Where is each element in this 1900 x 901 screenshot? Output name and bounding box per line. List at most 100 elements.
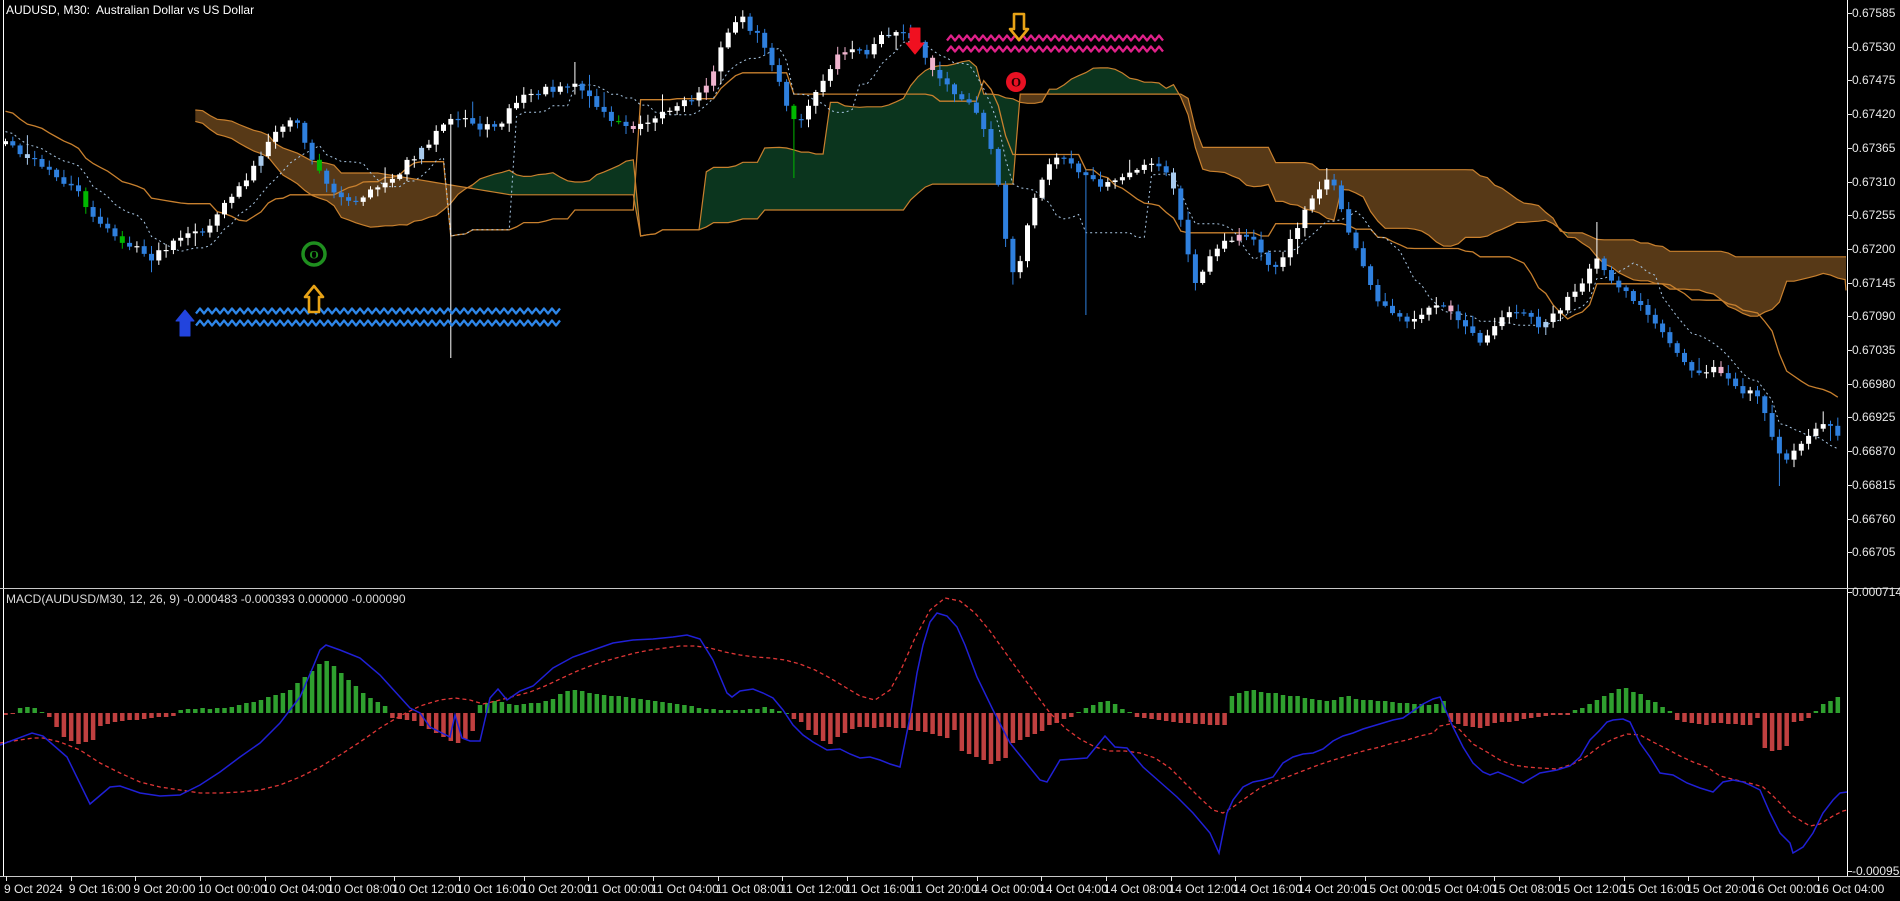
price-tick-label: 0.66980 — [1852, 377, 1895, 391]
time-axis-label: 11 Oct 00:00 — [586, 882, 654, 896]
price-tick-label: 0.67090 — [1852, 309, 1895, 323]
price-tick-label: 0.67145 — [1852, 276, 1895, 290]
price-scale-separator[interactable] — [1847, 0, 1848, 876]
time-tick-mark — [71, 876, 72, 881]
time-tick-mark — [782, 876, 783, 881]
price-tick-label: 0.67255 — [1852, 208, 1895, 222]
time-axis-label: 16 Oct 04:00 — [1816, 882, 1885, 896]
time-tick-mark — [1106, 876, 1107, 881]
price-tick-label: 0.67200 — [1852, 242, 1895, 256]
price-tick-label: 0.66870 — [1852, 444, 1895, 458]
time-tick-mark — [394, 876, 395, 881]
macd-main-line — [0, 613, 1847, 853]
price-tick-label: 0.67475 — [1852, 73, 1895, 87]
red-circle-signal[interactable]: O — [1006, 72, 1026, 92]
time-tick-mark — [330, 876, 331, 881]
time-tick-mark — [1235, 876, 1236, 881]
time-tick-mark — [459, 876, 460, 881]
price-tick-mark — [1847, 384, 1852, 385]
time-axis-label: 10 Oct 20:00 — [522, 882, 591, 896]
price-tick-mark — [1847, 485, 1852, 486]
green-circle-signal[interactable]: O — [303, 243, 325, 265]
time-tick-mark — [200, 876, 201, 881]
price-tick-mark — [1847, 114, 1852, 115]
time-axis-label: 11 Oct 12:00 — [780, 882, 848, 896]
time-tick-mark — [1041, 876, 1042, 881]
time-tick-mark — [912, 876, 913, 881]
price-tick-label: 0.67585 — [1852, 6, 1895, 20]
blue-up-arrow[interactable] — [176, 310, 194, 336]
ichimoku-cloud-layer — [195, 61, 1846, 424]
time-axis-label: 9 Oct 20:00 — [133, 882, 195, 896]
time-axis-label: 10 Oct 16:00 — [457, 882, 526, 896]
time-axis-label: 14 Oct 16:00 — [1233, 882, 1302, 896]
time-axis-label: 15 Oct 16:00 — [1622, 882, 1691, 896]
panel-separator[interactable] — [0, 588, 1900, 589]
time-axis-label: 10 Oct 12:00 — [392, 882, 461, 896]
price-tick-mark — [1847, 451, 1852, 452]
price-tick-label: 0.67365 — [1852, 141, 1895, 155]
svg-text:O: O — [309, 248, 318, 262]
time-tick-mark — [653, 876, 654, 881]
time-tick-mark — [1688, 876, 1689, 881]
macd-scale-top: 0.000714 — [1852, 585, 1900, 599]
price-tick-mark — [1847, 283, 1852, 284]
time-axis-label: 15 Oct 20:00 — [1686, 882, 1755, 896]
time-tick-mark — [1559, 876, 1560, 881]
time-axis-label: 11 Oct 20:00 — [910, 882, 978, 896]
gold-down-arrow[interactable] — [1010, 14, 1028, 40]
price-tick-mark — [1847, 215, 1852, 216]
macd-indicator-canvas[interactable] — [0, 590, 1900, 876]
price-tick-label: 0.67530 — [1852, 40, 1895, 54]
price-tick-mark — [1847, 80, 1852, 81]
gold-up-arrow[interactable] — [305, 286, 323, 312]
resistance-wave-2[interactable] — [947, 47, 1163, 52]
price-tick-mark — [1847, 249, 1852, 250]
time-axis-label: 11 Oct 16:00 — [845, 882, 913, 896]
price-chart-canvas[interactable]: OO — [0, 0, 1900, 588]
red-down-arrow[interactable] — [906, 28, 924, 54]
svg-text:O: O — [1011, 75, 1021, 90]
time-axis-label: 11 Oct 08:00 — [716, 882, 784, 896]
price-tick-mark — [1847, 182, 1852, 183]
price-tick-mark — [1847, 417, 1852, 418]
time-axis-label: 14 Oct 04:00 — [1039, 882, 1108, 896]
time-axis-separator — [0, 876, 1900, 877]
time-tick-mark — [1171, 876, 1172, 881]
time-axis-label: 15 Oct 00:00 — [1363, 882, 1432, 896]
time-tick-mark — [1300, 876, 1301, 881]
macd-indicator-label: MACD(AUDUSD/M30, 12, 26, 9) -0.000483 -0… — [6, 592, 406, 606]
time-tick-mark — [847, 876, 848, 881]
time-tick-mark — [1753, 876, 1754, 881]
resistance-wave-1[interactable] — [947, 36, 1163, 41]
time-axis-label: 9 Oct 16:00 — [69, 882, 131, 896]
time-tick-mark — [6, 876, 7, 881]
time-axis-label: 16 Oct 00:00 — [1751, 882, 1820, 896]
price-tick-mark — [1847, 316, 1852, 317]
time-tick-mark — [1494, 876, 1495, 881]
price-tick-label: 0.66760 — [1852, 512, 1895, 526]
time-tick-mark — [265, 876, 266, 881]
time-tick-mark — [977, 876, 978, 881]
time-tick-mark — [1429, 876, 1430, 881]
time-axis-label: 10 Oct 08:00 — [328, 882, 397, 896]
macd-histogram — [3, 661, 1840, 764]
macd-tick-mark — [1847, 871, 1852, 872]
price-tick-label: 0.67310 — [1852, 175, 1895, 189]
price-tick-mark — [1847, 519, 1852, 520]
time-axis-label: 14 Oct 08:00 — [1104, 882, 1173, 896]
senkou-b-line — [195, 94, 1846, 257]
price-tick-label: 0.67035 — [1852, 343, 1895, 357]
time-axis-label: 9 Oct 2024 — [4, 882, 63, 896]
price-tick-mark — [1847, 552, 1852, 553]
price-tick-label: 0.66705 — [1852, 545, 1895, 559]
support-wave-1[interactable] — [196, 309, 560, 314]
time-axis-label: 14 Oct 20:00 — [1298, 882, 1367, 896]
support-wave-2[interactable] — [196, 321, 560, 326]
time-tick-mark — [588, 876, 589, 881]
time-axis-label: 14 Oct 12:00 — [1169, 882, 1238, 896]
price-tick-mark — [1847, 13, 1852, 14]
time-tick-mark — [718, 876, 719, 881]
time-axis-label: 11 Oct 04:00 — [651, 882, 719, 896]
time-tick-mark — [135, 876, 136, 881]
